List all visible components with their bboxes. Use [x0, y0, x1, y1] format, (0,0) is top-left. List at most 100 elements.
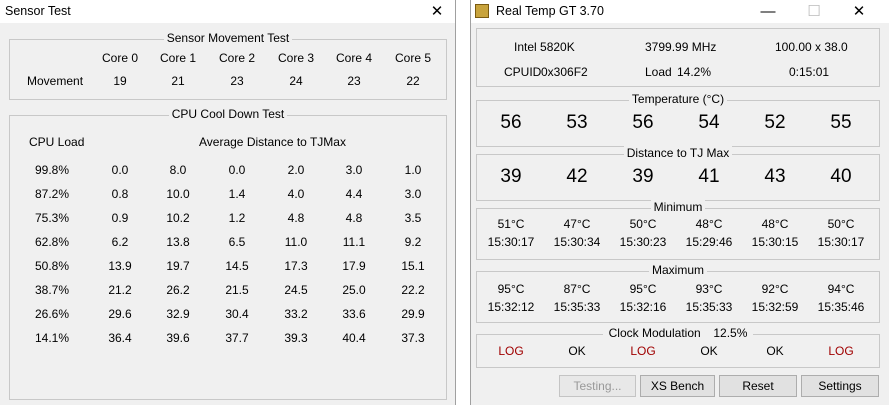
core-temperature: 56: [500, 112, 522, 133]
core-max-temperature: 94°C: [827, 282, 855, 296]
core-header: Core 1: [159, 51, 197, 65]
avg-distance-value: 9.2: [404, 235, 422, 249]
avg-distance-value: 39.3: [284, 331, 308, 345]
avg-distance-value: 1.4: [228, 187, 246, 201]
core-max-temperature: 95°C: [497, 282, 525, 296]
realtemp-titlebar[interactable]: Real Temp GT 3.70 — ☐ ✕: [471, 0, 889, 23]
core-max-time: 15:35:46: [817, 300, 865, 314]
avg-distance-value: 3.5: [404, 211, 422, 225]
core-max-time: 15:32:16: [619, 300, 667, 314]
avg-distance-value: 11.1: [342, 235, 366, 249]
cpu-load-value: 38.7%: [34, 283, 70, 297]
avg-distance-value: 33.6: [342, 307, 366, 321]
maximum-title: Maximum: [648, 263, 707, 277]
core-min-temperature: 50°C: [827, 217, 855, 231]
avg-distance-value: 39.6: [166, 331, 190, 345]
close-icon[interactable]: ✕: [419, 0, 455, 23]
avg-distance-value: 22.2: [401, 283, 425, 297]
core-min-time: 15:29:46: [685, 235, 733, 249]
core-min-temperature: 48°C: [695, 217, 723, 231]
sensor-test-titlebar[interactable]: Sensor Test ✕: [0, 0, 455, 23]
movement-value: 23: [230, 74, 244, 88]
core-max-time: 15:35:33: [685, 300, 733, 314]
close-icon[interactable]: ✕: [839, 0, 879, 23]
avg-distance-value: 37.3: [401, 331, 425, 345]
avg-distance-value: 8.0: [169, 163, 187, 177]
window-title: Real Temp GT 3.70: [496, 4, 604, 18]
cpu-load-value: 14.1%: [34, 331, 70, 345]
avg-distance-value: 29.9: [401, 307, 425, 321]
avg-distance-value: 1.0: [404, 163, 422, 177]
minimum-group: Minimum: [476, 200, 880, 260]
minimize-icon[interactable]: —: [748, 0, 788, 23]
cpu-load-value: 87.2%: [34, 187, 70, 201]
avg-distance-value: 29.6: [108, 307, 132, 321]
core-distance-to-tjmax: 39: [632, 166, 654, 187]
cooldown-title: CPU Cool Down Test: [168, 107, 288, 121]
distance-title: Distance to TJ Max: [623, 146, 733, 160]
reset-button[interactable]: Reset: [719, 375, 797, 397]
avg-distance-value: 36.4: [108, 331, 132, 345]
avg-distance-value: 11.0: [284, 235, 308, 249]
core-temperature: 52: [764, 112, 786, 133]
uptime: 0:15:01: [789, 65, 830, 79]
core-temperature: 55: [830, 112, 852, 133]
avg-distance-value: 37.7: [225, 331, 249, 345]
core-clock-status: OK: [766, 344, 784, 358]
xs-bench-button[interactable]: XS Bench: [640, 375, 715, 397]
background-gap: [456, 0, 470, 405]
cpu-load-value: 62.8%: [34, 235, 70, 249]
app-logo-icon: [475, 4, 489, 18]
core-clock-status: OK: [700, 344, 718, 358]
core-distance-to-tjmax: 39: [500, 166, 522, 187]
avg-distance-value: 19.7: [166, 259, 190, 273]
movement-value: 21: [171, 74, 185, 88]
movement-value: 22: [406, 74, 420, 88]
avg-distance-value: 33.2: [284, 307, 308, 321]
core-min-temperature: 51°C: [497, 217, 525, 231]
clock-modulation-value: 12.5%: [710, 326, 751, 340]
core-max-temperature: 93°C: [695, 282, 723, 296]
core-min-temperature: 48°C: [761, 217, 789, 231]
core-max-temperature: 95°C: [629, 282, 657, 296]
core-header: Core 4: [335, 51, 373, 65]
load-label: Load: [645, 65, 672, 79]
core-min-time: 15:30:23: [619, 235, 667, 249]
cpu-multiplier: 100.00 x 38.0: [775, 40, 848, 54]
load-value: 14.2%: [677, 65, 712, 79]
core-clock-status: OK: [568, 344, 586, 358]
core-max-time: 15:35:33: [553, 300, 601, 314]
avg-distance-value: 32.9: [166, 307, 190, 321]
cpu-model: Intel 5820K: [514, 40, 575, 54]
core-distance-to-tjmax: 41: [698, 166, 720, 187]
avg-distance-value: 21.5: [225, 283, 249, 297]
minimum-title: Minimum: [650, 200, 706, 214]
avg-distance-value: 30.4: [225, 307, 249, 321]
settings-button[interactable]: Settings: [801, 375, 879, 397]
core-distance-to-tjmax: 42: [566, 166, 588, 187]
cpu-load-value: 75.3%: [34, 211, 70, 225]
cpuid-label: CPUID: [504, 65, 542, 79]
avg-distance-value: 3.0: [404, 187, 422, 201]
temperature-title: Temperature (°C): [628, 92, 728, 106]
avg-distance-value: 1.2: [228, 211, 246, 225]
avg-distance-value: 2.0: [287, 163, 305, 177]
avg-distance-value: 10.2: [166, 211, 190, 225]
core-temperature: 54: [698, 112, 720, 133]
cpu-load-value: 26.6%: [34, 307, 70, 321]
movement-group: Sensor Movement Test: [9, 31, 447, 100]
maximize-icon[interactable]: ☐: [794, 0, 834, 23]
core-max-time: 15:32:59: [751, 300, 799, 314]
core-temperature: 56: [632, 112, 654, 133]
core-clock-status: LOG: [828, 344, 854, 358]
core-max-temperature: 92°C: [761, 282, 789, 296]
avg-distance-value: 4.4: [345, 187, 363, 201]
avg-distance-value: 0.0: [111, 163, 129, 177]
core-min-time: 15:30:17: [487, 235, 535, 249]
avg-distance-value: 40.4: [342, 331, 366, 345]
testing-button[interactable]: Testing...: [559, 375, 636, 397]
window-title: Sensor Test: [5, 4, 71, 18]
avg-distance-value: 24.5: [284, 283, 308, 297]
realtemp-window: Real Temp GT 3.70 — ☐ ✕ Intel 5820K 3799…: [470, 0, 889, 405]
cooldown-group: CPU Cool Down Test: [9, 107, 447, 400]
